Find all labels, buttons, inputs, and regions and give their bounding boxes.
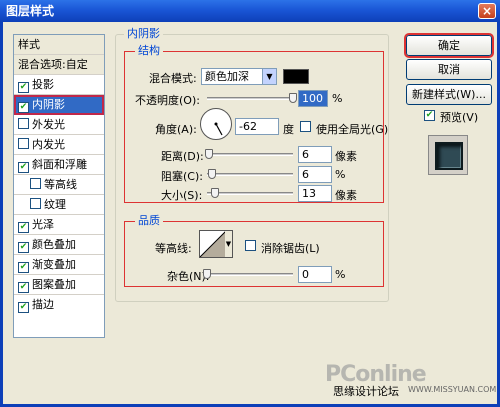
checkbox-bevel-emboss[interactable]: ✔	[18, 162, 29, 173]
distance-slider[interactable]	[207, 153, 293, 156]
preview-label: 预览(V)	[440, 111, 479, 124]
styles-list-header[interactable]: 样式	[14, 35, 104, 55]
checkbox-drop-shadow[interactable]: ✔	[18, 82, 29, 93]
style-item-texture[interactable]: 纹理	[14, 195, 104, 215]
style-item-color-overlay[interactable]: ✔ 颜色叠加	[14, 235, 104, 255]
style-item-satin[interactable]: ✔ 光泽	[14, 215, 104, 235]
contour-picker[interactable]: ▼	[199, 230, 233, 258]
global-light-checkbox[interactable]	[300, 121, 311, 132]
styles-list: 样式 混合选项:自定 ✔ 投影 ✔ 内阴影 外发光 内发光 ✔ 斜面和浮雕 等高线 纹…	[13, 34, 105, 338]
noise-slider[interactable]	[207, 273, 293, 276]
blend-mode-select[interactable]: 颜色加深 ▼	[201, 68, 277, 85]
style-preview-thumbnail	[428, 135, 468, 175]
distance-unit: 像素	[335, 150, 357, 163]
style-item-bevel-emboss[interactable]: ✔ 斜面和浮雕	[14, 155, 104, 175]
style-item-inner-glow[interactable]: 内发光	[14, 135, 104, 155]
distance-slider-thumb[interactable]	[205, 149, 213, 159]
anti-alias-checkbox[interactable]	[245, 240, 256, 251]
choke-label: 阻塞(C):	[161, 170, 203, 183]
contour-label: 等高线:	[155, 242, 192, 255]
quality-legend: 品质	[135, 215, 163, 227]
noise-unit: %	[335, 268, 346, 281]
ok-button[interactable]: 确定	[404, 33, 494, 58]
checkbox-pattern-overlay[interactable]: ✔	[18, 282, 29, 293]
distance-label: 距离(D):	[161, 150, 204, 163]
opacity-slider[interactable]	[207, 97, 292, 100]
checkbox-inner-shadow[interactable]: ✔	[18, 102, 29, 113]
checkbox-texture[interactable]	[30, 198, 41, 209]
credit-text: 思缘设计论坛	[333, 385, 399, 398]
style-item-outer-glow[interactable]: 外发光	[14, 115, 104, 135]
checkbox-contour[interactable]	[30, 178, 41, 189]
size-input[interactable]: 13	[298, 185, 332, 202]
title-bar: 图层样式 ×	[0, 0, 500, 22]
choke-slider[interactable]	[207, 173, 293, 176]
checkbox-color-overlay[interactable]: ✔	[18, 242, 29, 253]
opacity-input[interactable]: 100	[298, 90, 328, 107]
style-item-inner-shadow[interactable]: ✔ 内阴影	[14, 95, 104, 115]
chevron-down-icon: ▼	[225, 231, 232, 257]
contour-curve-icon	[200, 231, 226, 257]
structure-section: 结构 混合模式: 颜色加深 ▼ 不透明度(O): 100 % 角度(A): -6…	[124, 45, 388, 203]
layer-style-dialog: 样式 混合选项:自定 ✔ 投影 ✔ 内阴影 外发光 内发光 ✔ 斜面和浮雕 等高线 纹…	[0, 22, 500, 407]
style-item-pattern-overlay[interactable]: ✔ 图案叠加	[14, 275, 104, 295]
blend-options-item[interactable]: 混合选项:自定	[14, 55, 104, 75]
opacity-unit: %	[332, 92, 343, 105]
angle-label: 角度(A):	[155, 123, 197, 136]
blend-mode-label: 混合模式:	[149, 72, 197, 85]
size-label: 大小(S):	[161, 189, 203, 202]
quality-section: 品质 等高线: ▼ 消除锯齿(L) 杂色(N): 0 %	[124, 215, 384, 287]
preview-checkbox[interactable]: ✔	[424, 110, 435, 121]
shadow-color-swatch[interactable]	[283, 69, 309, 84]
distance-input[interactable]: 6	[298, 146, 332, 163]
style-item-contour[interactable]: 等高线	[14, 175, 104, 195]
new-style-button[interactable]: 新建样式(W)...	[406, 84, 492, 105]
choke-unit: %	[335, 168, 346, 181]
angle-input[interactable]: -62	[235, 118, 279, 135]
size-unit: 像素	[335, 189, 357, 202]
global-light-label: 使用全局光(G)	[316, 123, 389, 136]
noise-input[interactable]: 0	[298, 266, 332, 283]
window-title: 图层样式	[6, 4, 55, 18]
style-item-stroke[interactable]: ✔ 描边	[14, 295, 104, 315]
size-slider[interactable]	[207, 192, 293, 195]
checkbox-outer-glow[interactable]	[18, 118, 29, 129]
chevron-down-icon: ▼	[262, 69, 276, 84]
angle-dial-needle-icon	[214, 122, 223, 136]
choke-slider-thumb[interactable]	[208, 169, 216, 179]
size-slider-thumb[interactable]	[211, 188, 219, 198]
opacity-label: 不透明度(O):	[135, 94, 200, 107]
checkbox-stroke[interactable]: ✔	[18, 302, 29, 313]
checkbox-satin[interactable]: ✔	[18, 222, 29, 233]
noise-slider-thumb[interactable]	[203, 269, 211, 279]
inner-shadow-legend: 内阴影	[124, 28, 163, 40]
credit-url: WWW.MISSYUAN.COM	[408, 385, 497, 394]
cancel-button[interactable]: 取消	[406, 59, 492, 80]
opacity-slider-thumb[interactable]	[289, 93, 297, 103]
anti-alias-label: 消除锯齿(L)	[261, 242, 320, 255]
angle-dial[interactable]	[200, 108, 232, 140]
choke-input[interactable]: 6	[298, 166, 332, 183]
angle-unit: 度	[283, 123, 294, 136]
checkbox-gradient-overlay[interactable]: ✔	[18, 262, 29, 273]
checkbox-inner-glow[interactable]	[18, 138, 29, 149]
preview-swatch	[435, 142, 463, 170]
style-item-drop-shadow[interactable]: ✔ 投影	[14, 75, 104, 95]
structure-legend: 结构	[135, 45, 163, 57]
style-item-gradient-overlay[interactable]: ✔ 渐变叠加	[14, 255, 104, 275]
close-button[interactable]: ×	[478, 3, 496, 19]
